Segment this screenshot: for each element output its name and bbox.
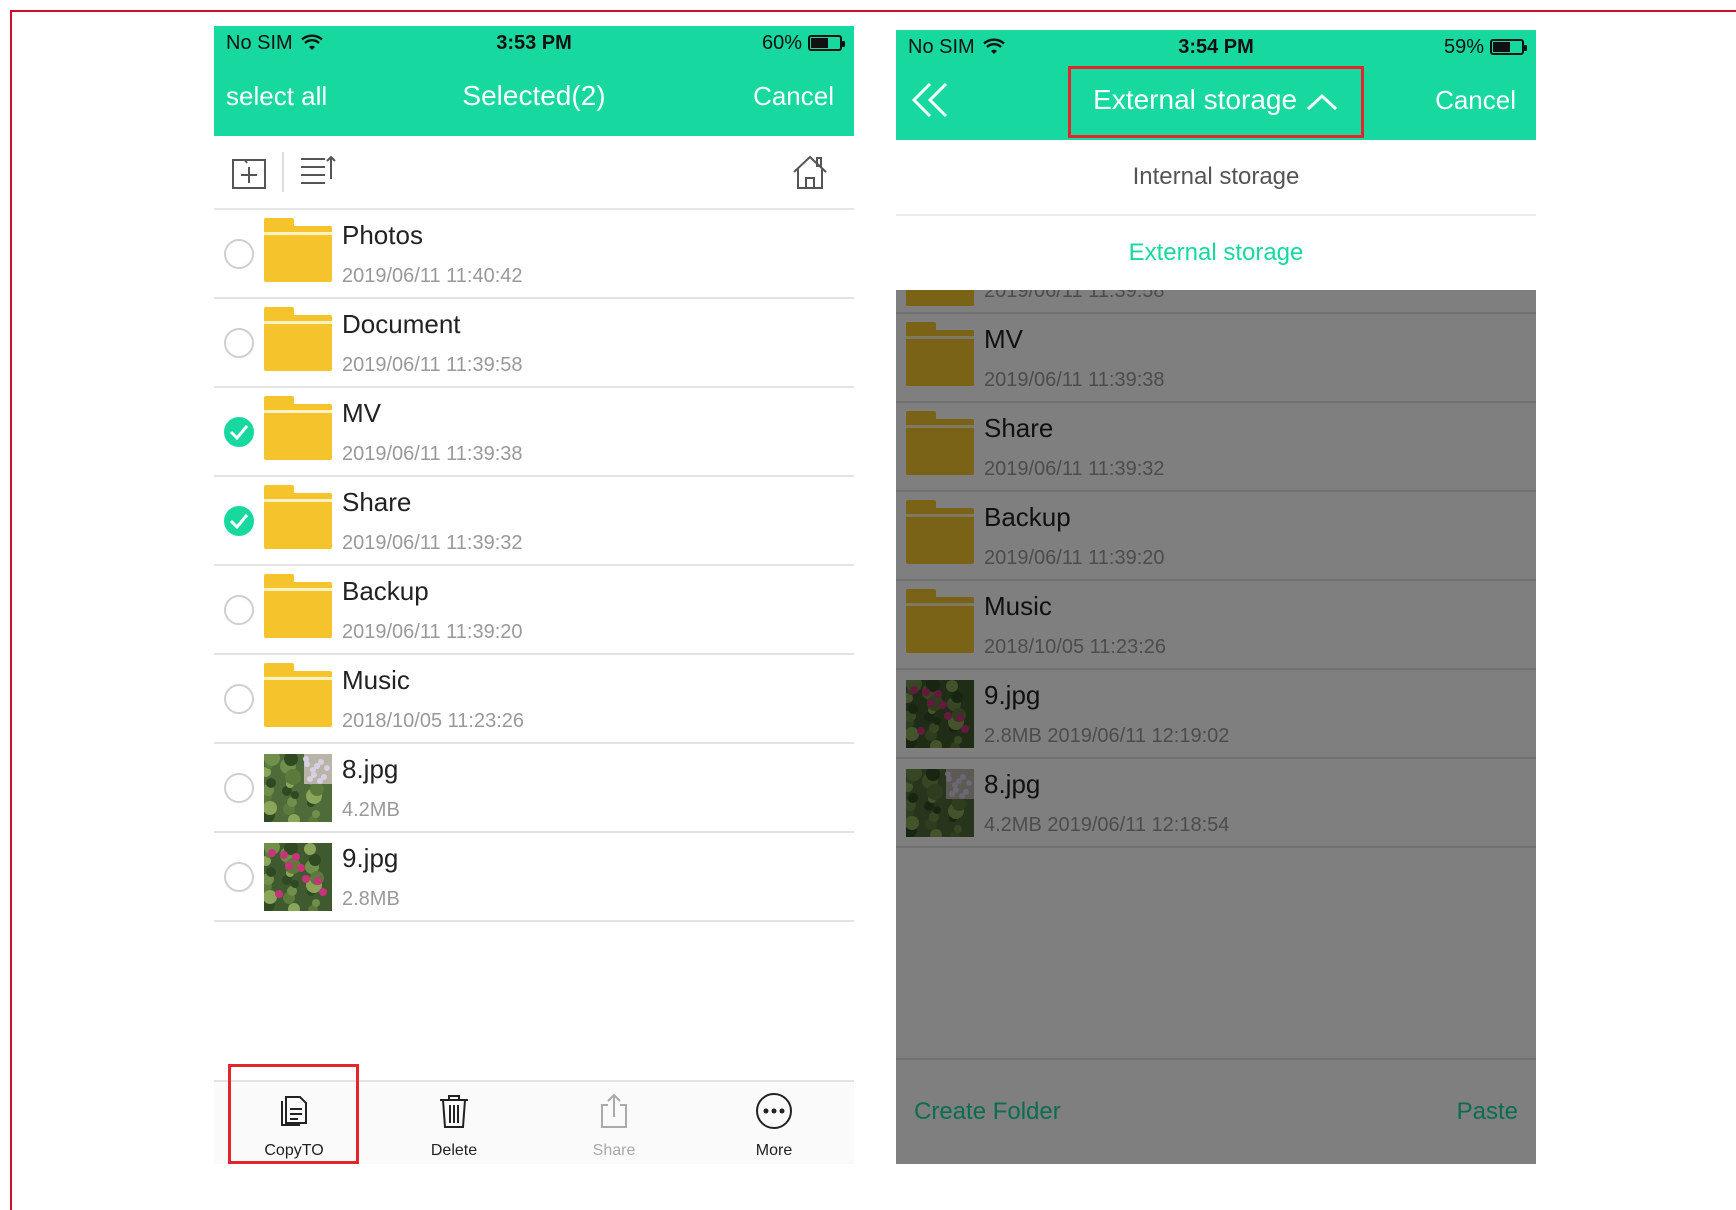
unchecked-radio[interactable] (224, 594, 254, 625)
bottom-action-bar: CopyTO Delete Share More (214, 1080, 854, 1164)
sort-icon[interactable] (298, 153, 336, 191)
item-meta: 2018/10/05 11:23:26 (342, 709, 525, 732)
list-item[interactable]: Photos 2019/06/11 11:40:42 (214, 210, 854, 299)
nav-bar: External storage Cancel (896, 70, 1536, 130)
cancel-button[interactable]: Cancel (1435, 85, 1524, 116)
item-name: Backup (342, 575, 429, 606)
tab-label: Share (592, 1142, 636, 1159)
add-folder-icon[interactable] (230, 153, 268, 191)
copy-icon (274, 1091, 314, 1136)
more-icon (754, 1091, 794, 1136)
status-bar: No SIM 3:54 PM 59% (896, 30, 1536, 64)
share-icon (594, 1091, 634, 1136)
tab-copyto[interactable]: CopyTO (214, 1082, 374, 1164)
storage-title: External storage (1093, 84, 1298, 115)
tab-share[interactable]: Share (534, 1082, 694, 1164)
home-icon[interactable] (790, 152, 830, 192)
nav-bar: select all Selected(2) Cancel (214, 66, 854, 126)
tab-more[interactable]: More (694, 1082, 854, 1164)
image-thumbnail (258, 749, 332, 826)
header: No SIM 3:53 PM 60% select all Selected(2… (214, 26, 854, 136)
unchecked-radio[interactable] (224, 238, 254, 269)
tab-delete[interactable]: Delete (374, 1082, 534, 1164)
wifi-icon (300, 34, 323, 50)
file-list: Photos 2019/06/11 11:40:42 Document 2019/06… (214, 210, 854, 922)
unchecked-radio[interactable] (224, 683, 254, 714)
folder-icon (264, 662, 332, 733)
tab-label: CopyTO (264, 1142, 324, 1159)
item-name: Share (342, 486, 412, 517)
item-meta: 2.8MB (342, 887, 400, 910)
item-name: Document (342, 308, 461, 339)
battery-percent: 60% (761, 31, 802, 54)
folder-icon (264, 573, 332, 644)
checked-icon[interactable] (224, 416, 254, 447)
list-item[interactable]: 9.jpg 2.8MB (214, 833, 854, 922)
list-item[interactable]: 8.jpg 4.2MB (214, 744, 854, 833)
checked-icon[interactable] (224, 505, 254, 536)
carrier: No SIM (908, 35, 975, 58)
back-double-chevron-icon[interactable] (908, 80, 952, 120)
trash-icon (434, 1091, 474, 1136)
tab-label: More (755, 1142, 793, 1159)
item-name: Photos (342, 219, 423, 250)
storage-dropdown: Internal storage External storage (896, 140, 1536, 290)
item-name: Music (342, 664, 410, 695)
list-item[interactable]: MV 2019/06/11 11:39:38 (214, 388, 854, 477)
phone-left: No SIM 3:53 PM 60% select all Selected(2… (214, 26, 854, 1164)
divider (282, 152, 284, 192)
unchecked-radio[interactable] (224, 861, 254, 892)
image-thumbnail (258, 838, 332, 915)
item-meta: 2019/06/11 11:39:20 (342, 620, 523, 643)
battery-icon (1490, 39, 1527, 55)
unchecked-radio[interactable] (224, 772, 254, 803)
item-meta: 2019/06/11 11:40:42 (342, 264, 523, 287)
phone-right: No SIM 3:54 PM 59% External storage Canc… (896, 30, 1536, 1164)
internal-storage-option[interactable]: Internal storage (896, 140, 1536, 216)
tab-label: Delete (430, 1142, 478, 1159)
image-thumbnail (258, 838, 332, 915)
carrier: No SIM (226, 31, 293, 54)
battery-icon (808, 35, 845, 51)
status-bar: No SIM 3:53 PM 60% (214, 26, 854, 60)
list-item[interactable]: Share 2019/06/11 11:39:32 (214, 477, 854, 566)
folder-icon (264, 217, 332, 288)
item-meta: 2019/06/11 11:39:38 (342, 442, 523, 465)
folder-icon (264, 306, 332, 377)
folder-icon (264, 395, 332, 466)
list-item[interactable]: Music 2018/10/05 11:23:26 (214, 655, 854, 744)
list-item[interactable]: Document 2019/06/11 11:39:58 (214, 299, 854, 388)
unchecked-radio[interactable] (224, 327, 254, 358)
list-item[interactable]: Backup 2019/06/11 11:39:20 (214, 566, 854, 655)
folder-icon (264, 484, 332, 555)
header: No SIM 3:54 PM 59% External storage Canc… (896, 30, 1536, 140)
wifi-icon (982, 38, 1005, 54)
item-meta: 2019/06/11 11:39:58 (342, 353, 523, 376)
select-all-button[interactable]: select all (226, 81, 327, 112)
item-name: 8.jpg (342, 753, 399, 784)
item-meta: 4.2MB (342, 798, 400, 821)
toolbar (214, 136, 854, 210)
battery-percent: 59% (1443, 35, 1484, 58)
dim-overlay[interactable] (896, 289, 1536, 1164)
external-storage-option[interactable]: External storage (896, 216, 1536, 290)
item-name: 9.jpg (342, 842, 399, 873)
image-thumbnail (258, 749, 332, 826)
cancel-button[interactable]: Cancel (753, 81, 842, 112)
item-meta: 2019/06/11 11:39:32 (342, 531, 523, 554)
item-name: MV (342, 397, 381, 428)
chevron-up-icon (1306, 93, 1337, 110)
